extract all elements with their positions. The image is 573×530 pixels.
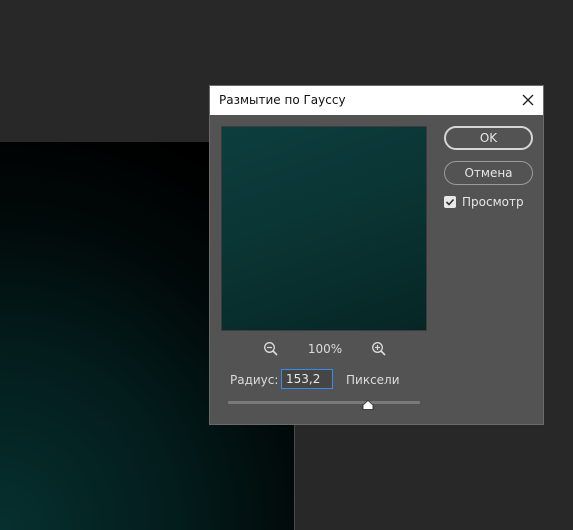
zoom-in-icon	[372, 342, 386, 356]
radius-label: Радиус:	[230, 373, 279, 387]
radius-row: Радиус: Пиксели	[230, 369, 530, 391]
zoom-level: 100%	[307, 342, 343, 356]
checkbox-box[interactable]	[444, 196, 456, 208]
preview-checkbox[interactable]: Просмотр	[444, 195, 544, 211]
dialog-title: Размытие по Гауссу	[219, 93, 346, 107]
close-button[interactable]	[517, 89, 539, 111]
gaussian-blur-dialog: Размытие по Гауссу 100% Радиус: 153,2 Пи…	[209, 85, 544, 425]
slider-thumb-icon[interactable]	[362, 400, 374, 410]
workspace: Размытие по Гауссу 100% Радиус: 153,2 Пи…	[0, 0, 573, 530]
radius-input[interactable]	[281, 369, 333, 389]
zoom-out-button[interactable]	[262, 340, 280, 358]
cancel-button[interactable]: Отмена	[444, 161, 533, 185]
checkmark-icon	[445, 198, 455, 206]
blur-preview[interactable]	[221, 126, 427, 331]
zoom-in-button[interactable]	[370, 340, 388, 358]
unit-label: Пиксели	[346, 373, 400, 387]
preview-label: Просмотр	[462, 195, 524, 209]
ok-button[interactable]: OK	[444, 126, 533, 150]
zoom-controls: 100%	[221, 340, 427, 358]
zoom-out-icon	[264, 342, 278, 356]
close-icon	[522, 94, 534, 106]
dialog-titlebar: Размытие по Гауссу	[210, 86, 543, 115]
radius-slider[interactable]	[228, 400, 420, 410]
